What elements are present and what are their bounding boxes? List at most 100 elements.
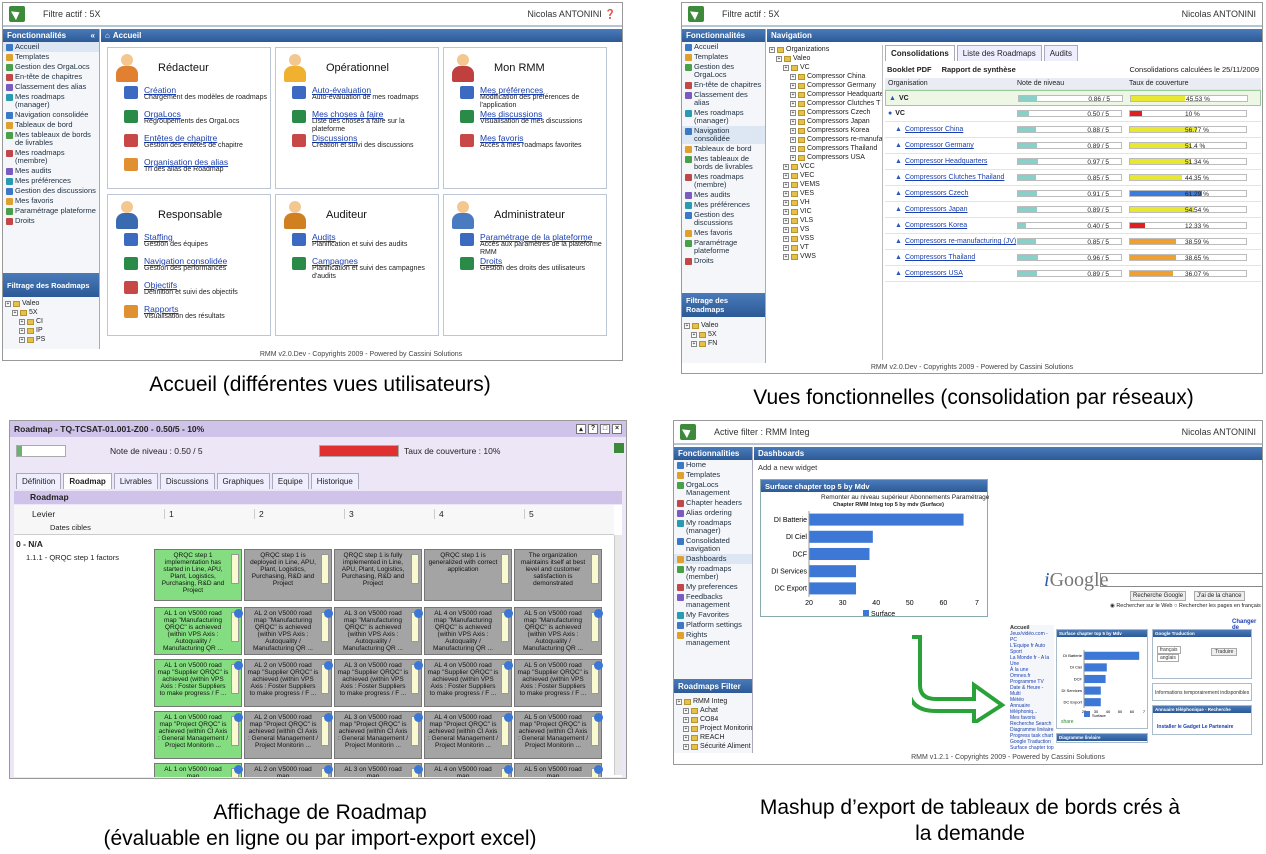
tree-node[interactable]: + Valeo [684, 321, 718, 330]
sidebar-item[interactable]: Tableaux de bord [3, 120, 99, 130]
roadmap-cell[interactable]: AL 2 on V5000 road map [244, 763, 332, 777]
feature-link-title[interactable]: Rapports [144, 305, 268, 314]
org-name[interactable]: Compressor China [905, 126, 963, 133]
table-row[interactable]: ▲ Compressor Headquarters 0.97 / 5 51.34 % [885, 154, 1261, 170]
expand-icon[interactable]: + [683, 707, 689, 714]
feature-link-title[interactable]: Organisation des alias [144, 158, 268, 167]
tree-node[interactable]: + Sécurité Aliment [676, 742, 753, 751]
tab-historique[interactable]: Historique [310, 473, 359, 489]
sidebar-item[interactable]: Droits [3, 216, 99, 226]
translate-button[interactable]: Traduire [1211, 648, 1238, 656]
feature-link[interactable]: Création Chargement des modèles de roadma… [144, 86, 268, 102]
org-name[interactable]: Compressors re-manufacturing (JV) [905, 238, 1016, 245]
tree-node[interactable]: + Compressor China [769, 72, 882, 81]
sidebar-item[interactable]: Mes roadmaps (manager) [682, 108, 765, 126]
feature-link-title[interactable]: Navigation consolidée [144, 257, 268, 266]
tree-node[interactable]: + VC [769, 63, 882, 72]
arrow-icon[interactable] [594, 609, 603, 618]
feature-link[interactable]: OrgaLocs Regroupements des OrgaLocs [144, 110, 268, 126]
sidebar-item[interactable]: En-tête de chapitres [3, 72, 99, 82]
feature-link[interactable]: Campagnes Planification et suivi des camp… [312, 257, 436, 281]
expand-icon[interactable]: + [790, 82, 796, 89]
igoogle-search-input[interactable] [1100, 573, 1262, 587]
expand-icon[interactable]: + [783, 172, 789, 179]
arrow-icon[interactable] [594, 661, 603, 670]
sidebar-item[interactable]: Classement des alias [682, 90, 765, 108]
arrow-icon[interactable] [234, 609, 243, 618]
feature-link[interactable]: Audits Planification et suivi des audits [312, 233, 436, 249]
sidebar-item[interactable]: Mes roadmaps (membre) [682, 172, 765, 190]
tree-node[interactable]: + VEC [769, 171, 882, 180]
expand-icon[interactable]: + [783, 181, 789, 188]
feature-link[interactable]: Droits Gestion des droits des utilisateur… [480, 257, 604, 273]
expand-icon[interactable]: + [790, 145, 796, 152]
sidebar-item[interactable]: Mes roadmaps (membre) [3, 148, 99, 166]
synthesis-report-button[interactable]: Rapport de synthèse [942, 65, 1016, 74]
tree-node[interactable]: + VSS [769, 234, 882, 243]
widget-menu[interactable]: Remonter au niveau supérieur Abonnements… [821, 494, 989, 501]
user-name[interactable]: Nicolas ANTONINI [1182, 427, 1256, 437]
sidebar-item[interactable]: Navigation consolidée [682, 126, 765, 144]
tree-node[interactable]: + Organizations [769, 45, 882, 54]
sidebar-item[interactable]: Gestion des OrgaLocs [682, 62, 765, 80]
sidebar-item[interactable]: Mes tableaux de bords de livrables [3, 130, 99, 148]
roadmap-cell[interactable]: AL 4 on V5000 road map "Supplier QRQC" i… [424, 659, 512, 707]
table-row[interactable]: ▲ Compressors Korea 0.40 / 5 12.33 % [885, 218, 1261, 234]
org-name[interactable]: VC [899, 95, 909, 102]
feature-link[interactable]: Rapports Visualisation des résultats [144, 305, 268, 321]
arrow-icon[interactable] [324, 765, 333, 774]
roadmap-cell[interactable]: AL 1 on V5000 road map "Supplier QRQC" i… [154, 659, 242, 707]
tree-node[interactable]: + VH [769, 198, 882, 207]
org-name[interactable]: Compressor Headquarters [905, 158, 987, 165]
sidebar-item[interactable]: Gestion des discussions [682, 210, 765, 228]
tab-definition[interactable]: Définition [16, 473, 62, 489]
table-row[interactable]: ▲ Compressors Thailand 0.96 / 5 38.65 % [885, 250, 1261, 266]
expand-icon[interactable]: + [783, 244, 789, 251]
sidebar-item[interactable]: Platform settings [674, 620, 752, 630]
sidebar-item[interactable]: Rights management [674, 630, 752, 648]
expand-icon[interactable]: + [769, 46, 775, 53]
roadmap-cell[interactable]: The organization maintains itself at bes… [514, 549, 602, 601]
org-name[interactable]: Compressors Korea [905, 222, 967, 229]
sidebar-item[interactable]: Accueil [682, 42, 765, 52]
tab-roadmap[interactable]: Roadmap [63, 473, 112, 489]
roadmap-cell[interactable]: QRQC step 1 is generalized with correct … [424, 549, 512, 601]
sidebar-item[interactable]: Home [674, 460, 752, 470]
booklet-pdf-button[interactable]: Booklet PDF [887, 65, 932, 74]
tree-node[interactable]: + Compressors Czech [769, 108, 882, 117]
feature-link-title[interactable]: Mes discussions [480, 110, 604, 119]
sidebar-item[interactable]: Droits [682, 256, 765, 266]
table-row[interactable]: ▲ VC 0.86 / 5 45.53 % [885, 90, 1261, 106]
feature-link-title[interactable]: Mes préférences [480, 86, 604, 95]
arrow-icon[interactable] [504, 661, 513, 670]
feature-link-title[interactable]: Mes choses à faire [312, 110, 436, 119]
org-name[interactable]: Compressors USA [905, 270, 963, 277]
roadmap-cell[interactable]: AL 1 on V5000 road map "Manufacturing QR… [154, 607, 242, 655]
sidebar-item[interactable]: OrgaLocs Management [674, 480, 752, 498]
tree-node[interactable]: + Achat [676, 706, 753, 715]
add-widget-link[interactable]: Add a new widget [758, 463, 817, 472]
feature-link-title[interactable]: Entêtes de chapitre [144, 134, 268, 143]
roadmap-cell[interactable]: AL 3 on V5000 road map "Project QRQC" is… [334, 711, 422, 759]
expand-icon[interactable]: + [684, 322, 690, 329]
feature-link-title[interactable]: Paramétrage de la plateforme [480, 233, 604, 242]
tree-node[interactable]: + IP [5, 326, 97, 335]
tree-node[interactable]: + VIC [769, 207, 882, 216]
expand-icon[interactable]: + [790, 154, 796, 161]
table-row[interactable]: ● VC 0.50 / 5 10 % [885, 106, 1261, 122]
arrow-icon[interactable] [234, 713, 243, 722]
table-row[interactable]: ▲ Compressors Japan 0.89 / 5 54.54 % [885, 202, 1261, 218]
table-row[interactable]: ▲ Compressors Czech 0.91 / 5 61.29 % [885, 186, 1261, 202]
expand-icon[interactable]: + [19, 318, 25, 325]
roadmap-cell[interactable]: AL 5 on V5000 road map "Manufacturing QR… [514, 607, 602, 655]
sidebar-item[interactable]: Alias ordering [674, 508, 752, 518]
tree-node[interactable]: + Compressor Clutches T [769, 99, 882, 108]
roadmap-cell[interactable]: QRQC step 1 is fully implemented in Line… [334, 549, 422, 601]
close-icon[interactable]: × [612, 424, 622, 434]
help-icon[interactable]: ❓ [605, 9, 616, 20]
tree-node[interactable]: + VEMS [769, 180, 882, 189]
expand-icon[interactable]: + [691, 331, 697, 338]
sidebar-item[interactable]: Mes tableaux de bords de livrables [682, 154, 765, 172]
expand-icon[interactable]: + [783, 64, 789, 71]
arrow-icon[interactable] [324, 661, 333, 670]
